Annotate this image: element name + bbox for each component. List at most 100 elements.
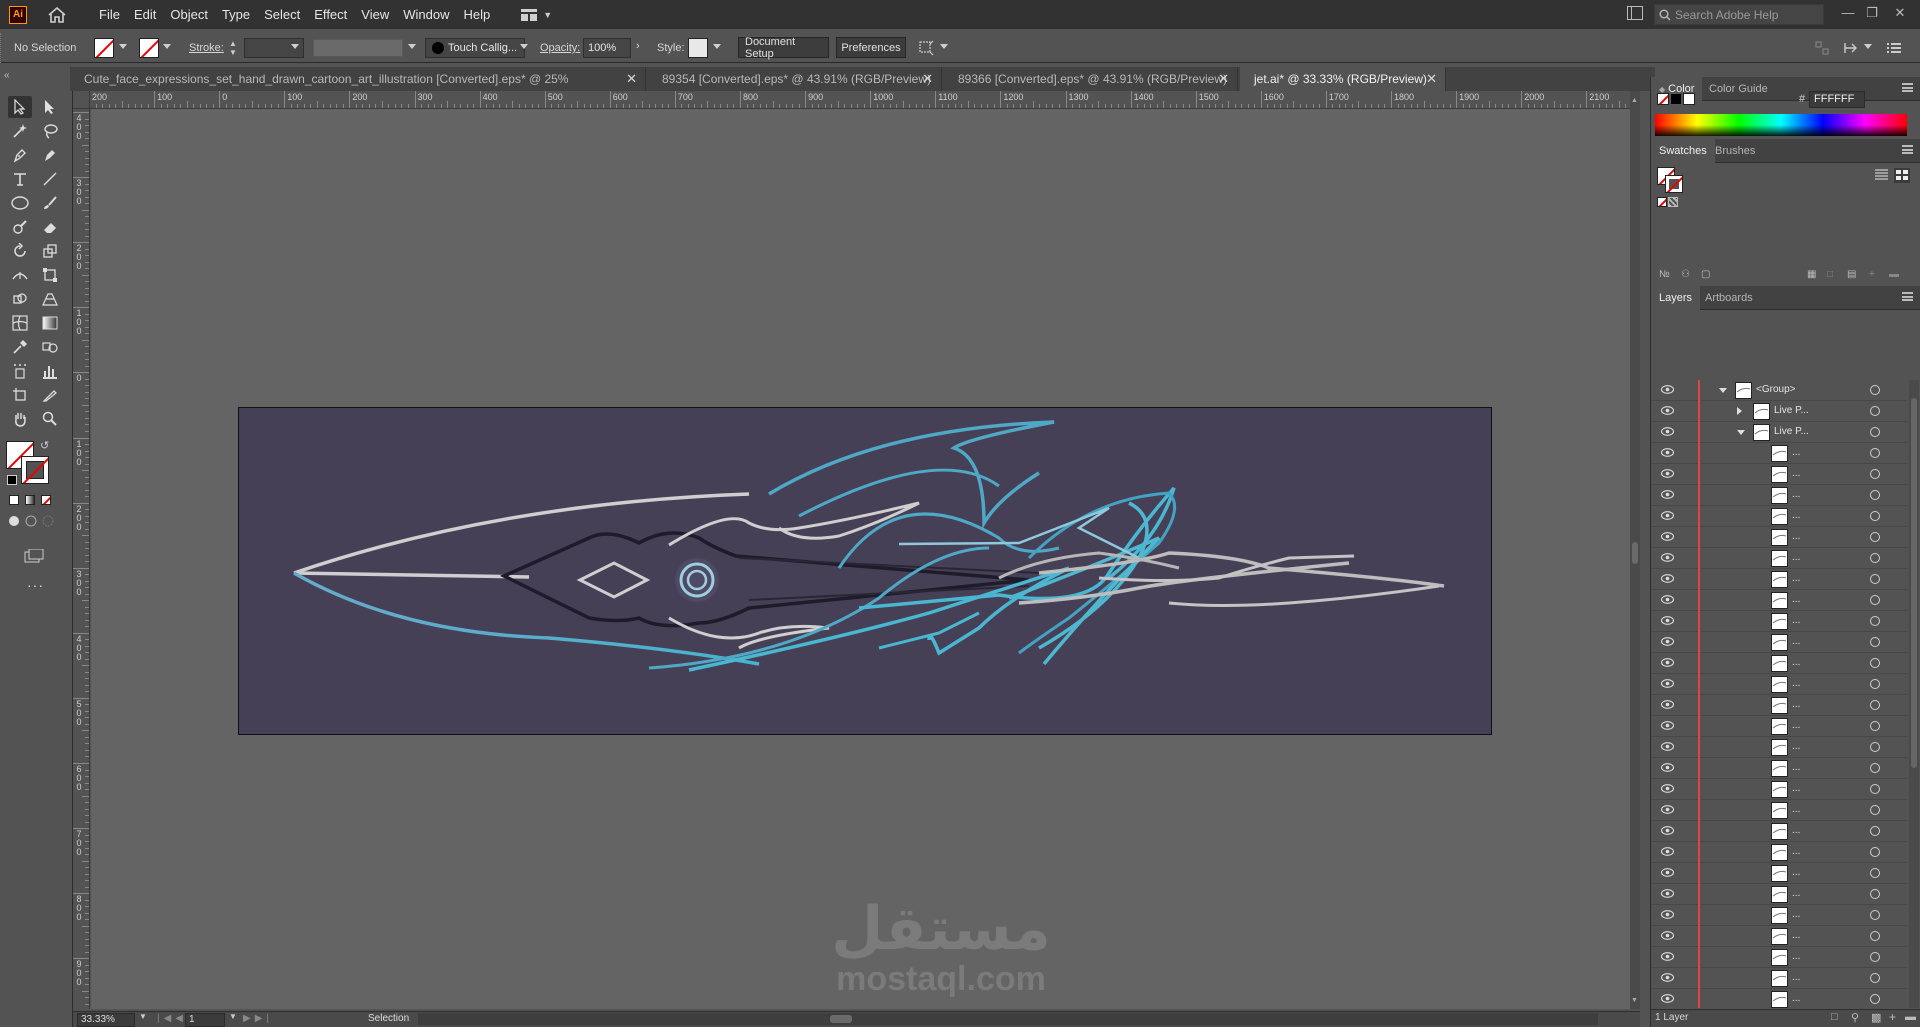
tab-brushes[interactable]: Brushes — [1707, 139, 1763, 163]
target-icon[interactable] — [1870, 490, 1880, 500]
target-icon[interactable] — [1870, 910, 1880, 920]
menu-help[interactable]: Help — [456, 0, 497, 29]
color-white-icon[interactable] — [1683, 93, 1695, 105]
perspective-grid-tool-icon[interactable] — [38, 288, 62, 310]
layer-row[interactable]: ... — [1651, 653, 1907, 674]
close-icon[interactable]: ✕ — [922, 67, 933, 91]
clipping-mask-icon[interactable]: ▩ — [1871, 1011, 1881, 1024]
eye-icon[interactable] — [1661, 973, 1674, 982]
swatch-none[interactable] — [1657, 197, 1667, 207]
brush-dropdown-icon[interactable] — [520, 44, 528, 49]
horizontal-scrollbar[interactable] — [418, 1013, 1598, 1025]
blend-tool-icon[interactable] — [38, 336, 62, 358]
eye-icon[interactable] — [1661, 952, 1674, 961]
locate-object-icon[interactable]: ⚲ — [1851, 1011, 1859, 1024]
eye-icon[interactable] — [1661, 574, 1674, 583]
fill-dropdown-icon[interactable] — [119, 44, 127, 49]
gradient-tool-icon[interactable] — [38, 312, 62, 334]
arrange-documents-icon[interactable] — [1627, 6, 1643, 20]
magic-wand-tool-icon[interactable] — [8, 120, 32, 142]
layer-row[interactable]: ... — [1651, 947, 1907, 968]
swap-colors-icon[interactable]: ↺ — [40, 439, 49, 452]
target-icon[interactable] — [1870, 826, 1880, 836]
menu-file[interactable]: File — [92, 0, 127, 29]
pen-tool-icon[interactable] — [8, 144, 32, 166]
chevron-right-icon[interactable]: › — [636, 40, 640, 52]
eyedropper-tool-icon[interactable] — [8, 336, 32, 358]
eye-icon[interactable] — [1661, 826, 1674, 835]
eraser-tool-icon[interactable] — [38, 216, 62, 238]
none-mode-icon[interactable] — [41, 495, 51, 505]
last-artboard-icon[interactable]: ▶▶| — [243, 1013, 273, 1024]
target-icon[interactable] — [1870, 868, 1880, 878]
layer-row[interactable]: ... — [1651, 884, 1907, 905]
tab-89354[interactable]: 89354 [Converted].eps* @ 43.91% (RGB/Pre… — [648, 67, 942, 91]
eye-icon[interactable] — [1661, 511, 1674, 520]
zoom-dropdown-icon[interactable]: ▼ — [139, 1012, 147, 1021]
layer-row[interactable]: ... — [1651, 506, 1907, 527]
layer-row[interactable]: Live P... — [1651, 401, 1907, 422]
draw-normal-icon[interactable] — [8, 515, 20, 530]
eye-icon[interactable] — [1661, 784, 1674, 793]
chevron-down-icon[interactable] — [1719, 388, 1727, 393]
export-icon[interactable]: □ — [1831, 1011, 1838, 1023]
artboard-tool-icon[interactable] — [8, 384, 32, 406]
chevron-right-icon[interactable] — [1737, 407, 1742, 415]
eye-icon[interactable] — [1661, 763, 1674, 772]
eye-icon[interactable] — [1661, 868, 1674, 877]
target-icon[interactable] — [1870, 805, 1880, 815]
screen-mode-icon[interactable] — [24, 548, 44, 566]
slice-tool-icon[interactable] — [38, 384, 62, 406]
stroke-weight-dropdown-icon[interactable] — [291, 44, 299, 49]
zoom-tool-icon[interactable] — [38, 408, 62, 430]
close-icon[interactable]: ✕ — [1426, 67, 1437, 91]
artboard-number-field[interactable]: 1 — [185, 1013, 225, 1027]
eye-icon[interactable] — [1661, 742, 1674, 751]
eye-icon[interactable] — [1661, 931, 1674, 940]
grip-handle[interactable] — [0, 33, 4, 63]
eye-icon[interactable] — [1661, 406, 1674, 415]
shape-builder-tool-icon[interactable] — [8, 288, 32, 310]
grid-view-icon[interactable] — [1894, 168, 1910, 183]
target-icon[interactable] — [1870, 763, 1880, 773]
target-icon[interactable] — [1870, 406, 1880, 416]
default-colors-icon[interactable] — [7, 475, 17, 485]
layer-row[interactable]: <Group> — [1651, 380, 1907, 401]
eye-icon[interactable] — [1661, 532, 1674, 541]
eye-icon[interactable] — [1661, 847, 1674, 856]
more-tools-icon[interactable]: ··· — [27, 577, 44, 593]
tab-color-guide[interactable]: Color Guide — [1701, 77, 1776, 101]
scroll-up-icon[interactable]: ▲ — [1631, 97, 1638, 104]
layer-row[interactable]: ... — [1651, 485, 1907, 506]
layer-row[interactable]: ... — [1651, 674, 1907, 695]
fill-swatch[interactable] — [94, 38, 114, 58]
layer-row[interactable]: ... — [1651, 590, 1907, 611]
layer-row[interactable]: ... — [1651, 443, 1907, 464]
preferences-button[interactable]: Preferences — [836, 37, 906, 58]
layers-scrollbar[interactable] — [1909, 380, 1919, 1008]
scroll-down-icon[interactable]: ▼ — [1631, 997, 1638, 1004]
paintbrush-tool-icon[interactable] — [38, 192, 62, 214]
eye-icon[interactable] — [1661, 553, 1674, 562]
target-icon[interactable] — [1870, 616, 1880, 626]
style-dropdown-icon[interactable] — [713, 44, 721, 49]
close-window-button[interactable]: ✕ — [1890, 3, 1910, 23]
layer-row[interactable]: ... — [1651, 611, 1907, 632]
layer-row[interactable]: ... — [1651, 968, 1907, 989]
layer-row[interactable]: ... — [1651, 464, 1907, 485]
trash-icon[interactable]: ▬ — [1889, 269, 1899, 280]
symbol-sprayer-tool-icon[interactable] — [8, 360, 32, 382]
free-transform-tool-icon[interactable] — [38, 264, 62, 286]
color-black-icon[interactable] — [1670, 93, 1682, 105]
eye-icon[interactable] — [1661, 616, 1674, 625]
layers-scroll-thumb[interactable] — [1911, 398, 1917, 768]
layer-row[interactable]: ... — [1651, 989, 1907, 1008]
menu-window[interactable]: Window — [396, 0, 456, 29]
collapse-toolbar-icon[interactable]: « — [4, 70, 10, 81]
new-layer-icon[interactable]: + — [1889, 1010, 1896, 1024]
delete-layer-icon[interactable]: ▬ — [1905, 1011, 1916, 1023]
zoom-field[interactable]: 33.33% — [77, 1013, 135, 1027]
type-tool-icon[interactable] — [8, 168, 32, 190]
artboard-dropdown-icon[interactable]: ▼ — [229, 1012, 237, 1021]
align-icon[interactable] — [1815, 41, 1829, 58]
